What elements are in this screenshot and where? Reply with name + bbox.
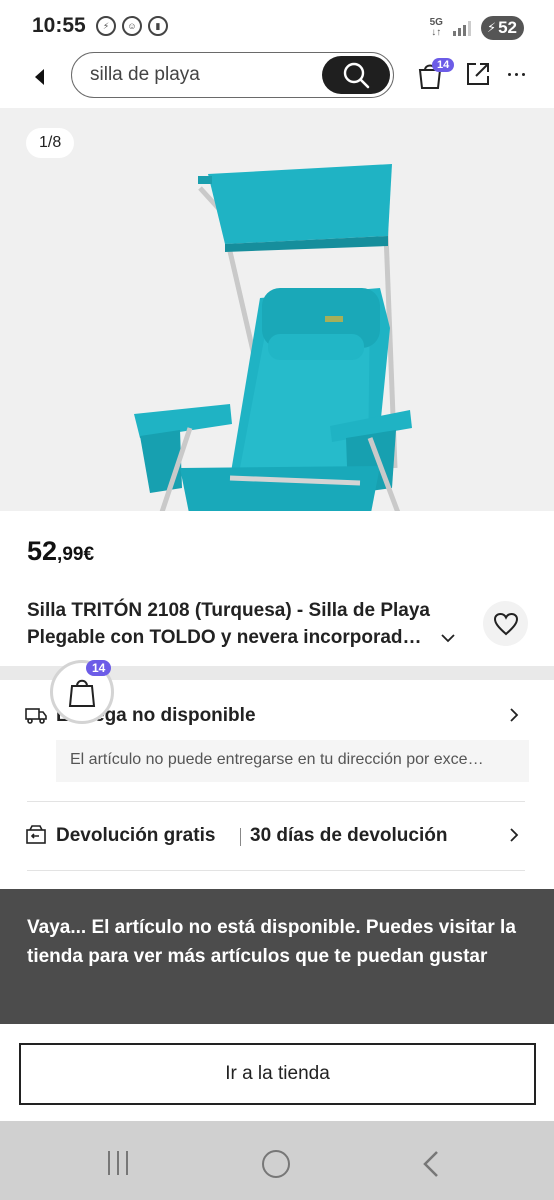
expand-chevron-icon[interactable] xyxy=(440,632,456,644)
heart-icon xyxy=(493,612,518,635)
search-icon xyxy=(343,62,370,89)
recent-apps-button[interactable] xyxy=(108,1151,136,1175)
search-input[interactable] xyxy=(90,64,310,86)
price-integer: 52 xyxy=(27,536,58,566)
favorite-button[interactable] xyxy=(483,601,528,646)
app-notification-icon: ☺ xyxy=(122,16,142,36)
status-time: 10:55 xyxy=(32,14,86,37)
storage-icon: ▮ xyxy=(148,16,168,36)
chevron-right-icon xyxy=(510,828,519,842)
return-days-label: 30 días de devolución xyxy=(250,825,448,846)
truck-icon xyxy=(25,708,47,724)
go-to-store-button[interactable]: Ir a la tienda xyxy=(19,1043,536,1105)
floating-cart-badge: 14 xyxy=(86,660,112,676)
app-header: 14 xyxy=(0,52,554,108)
battery-icon: ⚡ 52 xyxy=(480,16,524,40)
battery-level: 52 xyxy=(498,18,517,37)
chevron-right-icon xyxy=(510,708,519,722)
back-arrow-icon xyxy=(35,69,44,85)
status-bar: 10:55 ⚡ ☺ ▮ 5G ↓↑ ⚡ 52 xyxy=(0,0,554,52)
row-divider xyxy=(27,801,525,802)
messenger-icon: ⚡ xyxy=(96,16,116,36)
unavailable-banner: Vaya... El artículo no está disponible. … xyxy=(0,889,554,1024)
more-options-button[interactable] xyxy=(508,66,532,82)
notification-icons: ⚡ ☺ ▮ xyxy=(96,16,168,36)
free-return-label: Devolución gratis xyxy=(56,825,216,846)
status-right: 5G ↓↑ ⚡ 52 xyxy=(430,16,524,40)
delivery-note: El artículo no puede entregarse en tu di… xyxy=(56,740,529,782)
system-nav-bar xyxy=(0,1121,554,1200)
row-divider xyxy=(27,870,525,871)
product-title[interactable]: Silla TRITÓN 2108 (Turquesa) - Silla de … xyxy=(27,597,447,651)
returns-row[interactable]: Devolución gratis 30 días de devolución xyxy=(0,814,554,858)
cart-count-badge: 14 xyxy=(432,58,455,72)
home-button[interactable] xyxy=(262,1150,290,1178)
shopping-bag-icon xyxy=(68,679,96,707)
product-price: 52,99€ xyxy=(27,536,94,567)
share-icon[interactable] xyxy=(464,60,492,88)
beach-chair-image xyxy=(134,164,412,511)
price-decimals: ,99€ xyxy=(57,544,95,565)
search-bar[interactable] xyxy=(71,52,394,98)
product-image-gallery[interactable]: 1/8 xyxy=(0,108,554,511)
system-back-icon[interactable] xyxy=(420,1149,442,1179)
signal-icon xyxy=(452,20,471,36)
return-box-icon xyxy=(26,825,46,844)
image-counter: 1/8 xyxy=(26,128,75,158)
search-button[interactable] xyxy=(322,56,390,94)
return-separator xyxy=(240,828,241,846)
network-5g-icon: 5G ↓↑ xyxy=(429,17,443,38)
back-button[interactable] xyxy=(26,63,54,91)
